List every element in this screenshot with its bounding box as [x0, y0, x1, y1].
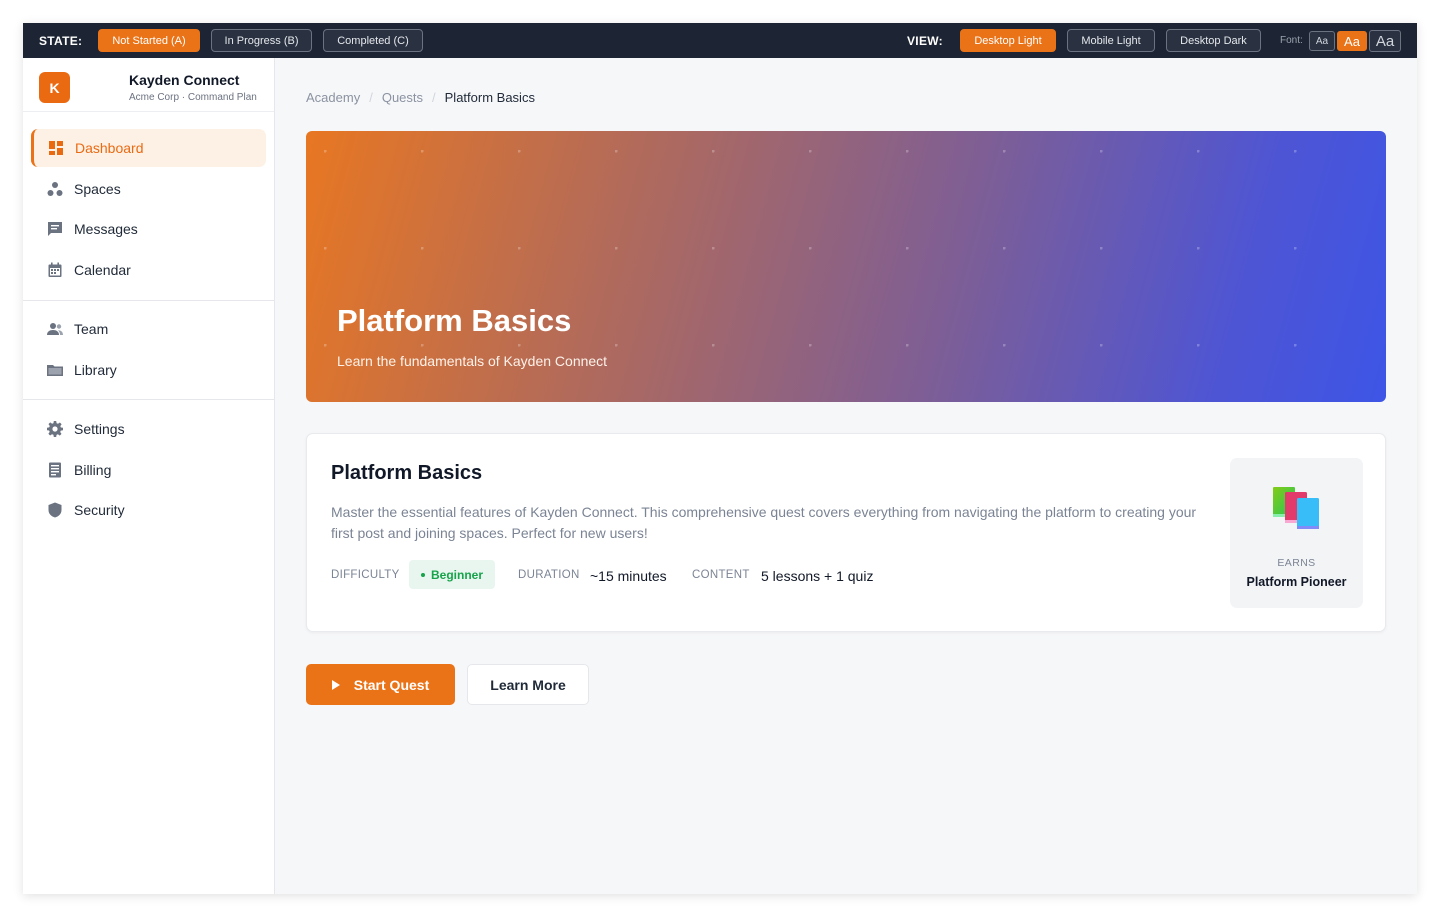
sidebar-item-team[interactable]: Team — [31, 310, 266, 348]
sidebar-item-label: Billing — [74, 462, 112, 478]
state-not-started-button[interactable]: Not Started (A) — [98, 29, 200, 52]
breadcrumb-separator: / — [432, 90, 436, 105]
brand-logo: K — [39, 72, 70, 103]
content-label: CONTENT — [692, 569, 750, 581]
breadcrumb-current: Platform Basics — [444, 90, 535, 105]
team-icon — [47, 323, 63, 335]
sidebar: K Kayden Connect Acme Corp · Command Pla… — [23, 58, 275, 894]
quest-description: Master the essential features of Kayden … — [331, 504, 1197, 541]
receipt-icon — [49, 462, 61, 478]
breadcrumb: Academy / Quests / Platform Basics — [306, 90, 535, 105]
status-dot-icon — [420, 572, 425, 577]
view-mobile-light-button[interactable]: Mobile Light — [1067, 29, 1155, 52]
learn-more-button[interactable]: Learn More — [467, 664, 589, 705]
sidebar-item-billing[interactable]: Billing — [31, 451, 266, 489]
quest-hero-banner: Platform Basics Learn the fundamentals o… — [306, 131, 1386, 402]
brand-header: K Kayden Connect Acme Corp · Command Pla… — [23, 58, 274, 112]
sidebar-item-label: Messages — [74, 221, 138, 237]
duration-value: ~15 minutes — [590, 568, 667, 584]
state-label: STATE: — [39, 34, 83, 48]
dashboard-icon — [49, 141, 63, 155]
sidebar-item-settings[interactable]: Settings — [31, 410, 266, 448]
folder-icon — [47, 365, 63, 376]
brand-subtitle: Acme Corp · Command Plan — [129, 92, 257, 103]
reward-label: EARNS — [1277, 557, 1316, 569]
state-in-progress-button[interactable]: In Progress (B) — [211, 29, 312, 52]
font-small-button[interactable]: Aa — [1309, 31, 1335, 51]
app-frame: STATE: Not Started (A) In Progress (B) C… — [23, 23, 1417, 894]
sidebar-item-library[interactable]: Library — [31, 351, 266, 389]
sidebar-item-label: Settings — [74, 421, 125, 437]
breadcrumb-quests[interactable]: Quests — [382, 90, 423, 105]
view-desktop-dark-button[interactable]: Desktop Dark — [1166, 29, 1261, 52]
start-quest-label: Start Quest — [353, 676, 430, 693]
start-quest-button[interactable]: Start Quest — [306, 664, 455, 705]
sidebar-item-label: Dashboard — [75, 140, 144, 156]
reward-panel: EARNS Platform Pioneer — [1230, 458, 1363, 608]
quest-details-card: Platform Basics Master the essential fea… — [306, 433, 1386, 632]
spaces-icon — [47, 182, 63, 196]
control-bar: STATE: Not Started (A) In Progress (B) C… — [23, 23, 1417, 58]
message-icon — [48, 222, 62, 236]
difficulty-label: DIFFICULTY — [331, 569, 400, 581]
font-label: Font: — [1280, 35, 1303, 46]
view-label: VIEW: — [907, 34, 943, 48]
shield-icon — [48, 502, 62, 518]
duration-label: DURATION — [518, 569, 580, 581]
hero-title: Platform Basics — [337, 303, 572, 338]
sidebar-divider — [23, 399, 274, 400]
difficulty-value: Beginner — [430, 567, 483, 582]
sidebar-item-calendar[interactable]: Calendar — [31, 251, 266, 289]
sidebar-item-label: Security — [74, 502, 125, 518]
state-completed-button[interactable]: Completed (C) — [323, 29, 423, 52]
sidebar-item-security[interactable]: Security — [31, 491, 266, 529]
reward-name: Platform Pioneer — [1246, 575, 1347, 589]
font-large-button[interactable]: Aa — [1369, 30, 1401, 52]
brand-name: Kayden Connect — [129, 72, 240, 88]
hero-subtitle: Learn the fundamentals of Kayden Connect — [337, 353, 608, 369]
play-icon — [331, 679, 340, 690]
content-value: 5 lessons + 1 quiz — [761, 568, 874, 584]
breadcrumb-academy[interactable]: Academy — [306, 90, 360, 105]
sidebar-item-spaces[interactable]: Spaces — [31, 170, 266, 208]
calendar-icon — [48, 262, 62, 277]
difficulty-badge: Beginner — [409, 560, 495, 589]
sidebar-divider — [23, 300, 274, 301]
font-medium-button[interactable]: Aa — [1337, 31, 1367, 51]
sidebar-item-messages[interactable]: Messages — [31, 210, 266, 248]
view-desktop-light-button[interactable]: Desktop Light — [960, 29, 1056, 52]
quest-title: Platform Basics — [331, 462, 483, 484]
breadcrumb-separator: / — [369, 90, 373, 105]
gear-icon — [47, 421, 63, 437]
sidebar-item-label: Team — [74, 321, 109, 337]
sidebar-item-label: Library — [74, 362, 117, 378]
sidebar-item-dashboard[interactable]: Dashboard — [31, 129, 266, 167]
sidebar-item-label: Spaces — [74, 181, 121, 197]
books-icon — [1273, 487, 1319, 529]
sidebar-item-label: Calendar — [74, 262, 131, 278]
